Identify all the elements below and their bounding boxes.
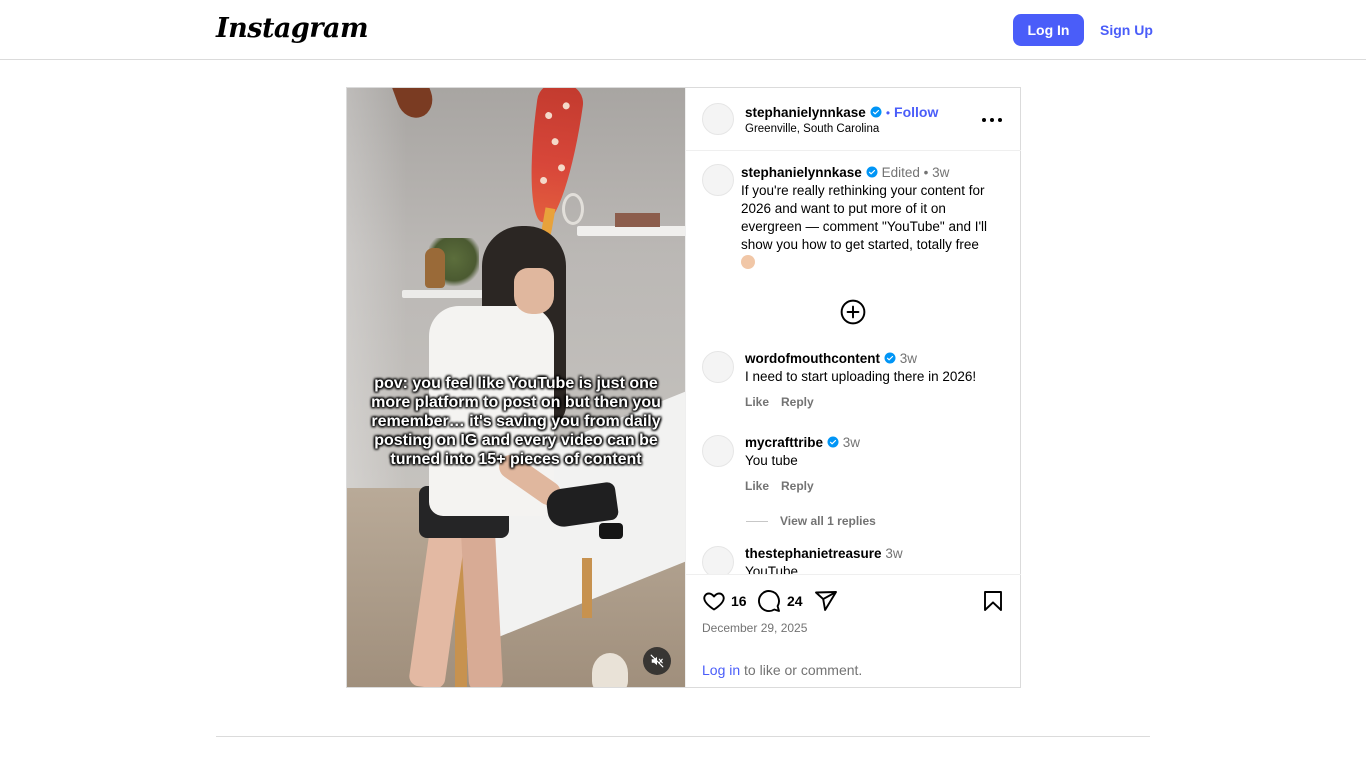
caption-username[interactable]: stephanielynnkase bbox=[741, 165, 862, 180]
top-bar: Instagram Log In Sign Up bbox=[0, 0, 1366, 60]
share-icon[interactable] bbox=[814, 589, 838, 613]
instagram-logo[interactable]: Instagram bbox=[216, 13, 369, 44]
comment-username[interactable]: thestephanietreasure bbox=[745, 546, 882, 561]
view-replies-button[interactable]: View all 1 replies bbox=[746, 514, 876, 528]
heart-icon[interactable] bbox=[702, 589, 726, 613]
comment-avatar[interactable] bbox=[702, 435, 734, 467]
post-video[interactable]: pov: you feel like YouTube is just one m… bbox=[347, 88, 685, 687]
comments-count[interactable]: 24 bbox=[787, 593, 803, 609]
comment-avatar[interactable] bbox=[702, 351, 734, 383]
post-date[interactable]: December 29, 2025 bbox=[702, 621, 807, 635]
footer-divider bbox=[216, 736, 1150, 737]
post-header: stephanielynnkase • Follow Greenville, Sou… bbox=[686, 88, 1021, 151]
comment-item: mycrafttribe 3w You tube Like Reply bbox=[686, 435, 1021, 505]
author-username[interactable]: stephanielynnkase bbox=[745, 105, 866, 120]
post-actions: 16 24 December 29, 2025 Log in to like o… bbox=[686, 574, 1021, 687]
clapping-hands-emoji bbox=[741, 255, 755, 269]
caption-edited: Edited bbox=[881, 165, 920, 180]
login-button[interactable]: Log In bbox=[1013, 14, 1084, 46]
plus-circle-icon[interactable] bbox=[840, 299, 866, 325]
caption-text: If you're really rethinking your content… bbox=[741, 183, 988, 252]
post-caption: stephanielynnkase Edited • 3w If you're … bbox=[741, 164, 1009, 272]
comment-reply-button[interactable]: Reply bbox=[781, 395, 814, 409]
comment-item: wordofmouthcontent 3w I need to start up… bbox=[686, 351, 1021, 421]
more-options-button[interactable] bbox=[982, 112, 1004, 128]
verified-icon bbox=[884, 352, 896, 364]
comment-username[interactable]: wordofmouthcontent bbox=[745, 351, 880, 366]
comment-icon[interactable] bbox=[757, 589, 781, 613]
caption-avatar[interactable] bbox=[702, 164, 734, 196]
comment-text: YouTube bbox=[745, 564, 799, 574]
comment-item: thestephanietreasure 3w YouTube bbox=[686, 546, 1021, 574]
comment-avatar[interactable] bbox=[702, 546, 734, 574]
author-avatar[interactable] bbox=[702, 103, 734, 135]
mute-button[interactable] bbox=[643, 647, 671, 675]
post-location[interactable]: Greenville, South Carolina bbox=[745, 123, 879, 135]
login-link[interactable]: Log in bbox=[702, 662, 740, 678]
caption-age[interactable]: 3w bbox=[932, 165, 949, 180]
comment-like-button[interactable]: Like bbox=[745, 479, 769, 493]
comment-age[interactable]: 3w bbox=[843, 435, 860, 450]
signup-button[interactable]: Sign Up bbox=[1094, 14, 1159, 46]
post-author-line: stephanielynnkase • Follow bbox=[745, 104, 939, 120]
comments-section[interactable]: stephanielynnkase Edited • 3w If you're … bbox=[686, 152, 1021, 574]
comment-username[interactable]: mycrafttribe bbox=[745, 435, 823, 450]
bookmark-icon[interactable] bbox=[981, 589, 1005, 613]
follow-button[interactable]: Follow bbox=[894, 104, 938, 120]
comment-age[interactable]: 3w bbox=[900, 351, 917, 366]
verified-icon bbox=[870, 106, 882, 118]
likes-count[interactable]: 16 bbox=[731, 593, 747, 609]
comment-like-button[interactable]: Like bbox=[745, 395, 769, 409]
comment-age[interactable]: 3w bbox=[885, 546, 902, 561]
login-prompt: Log in to like or comment. bbox=[702, 662, 863, 678]
comment-text: I need to start uploading there in 2026! bbox=[745, 369, 977, 384]
verified-icon bbox=[827, 436, 839, 448]
comment-text: You tube bbox=[745, 453, 798, 468]
verified-icon bbox=[866, 166, 878, 178]
post-card: pov: you feel like YouTube is just one m… bbox=[346, 87, 1021, 688]
comment-reply-button[interactable]: Reply bbox=[781, 479, 814, 493]
video-overlay-text: pov: you feel like YouTube is just one m… bbox=[371, 375, 661, 468]
post-sidebar: stephanielynnkase • Follow Greenville, Sou… bbox=[685, 88, 1021, 687]
mute-icon bbox=[650, 654, 664, 668]
